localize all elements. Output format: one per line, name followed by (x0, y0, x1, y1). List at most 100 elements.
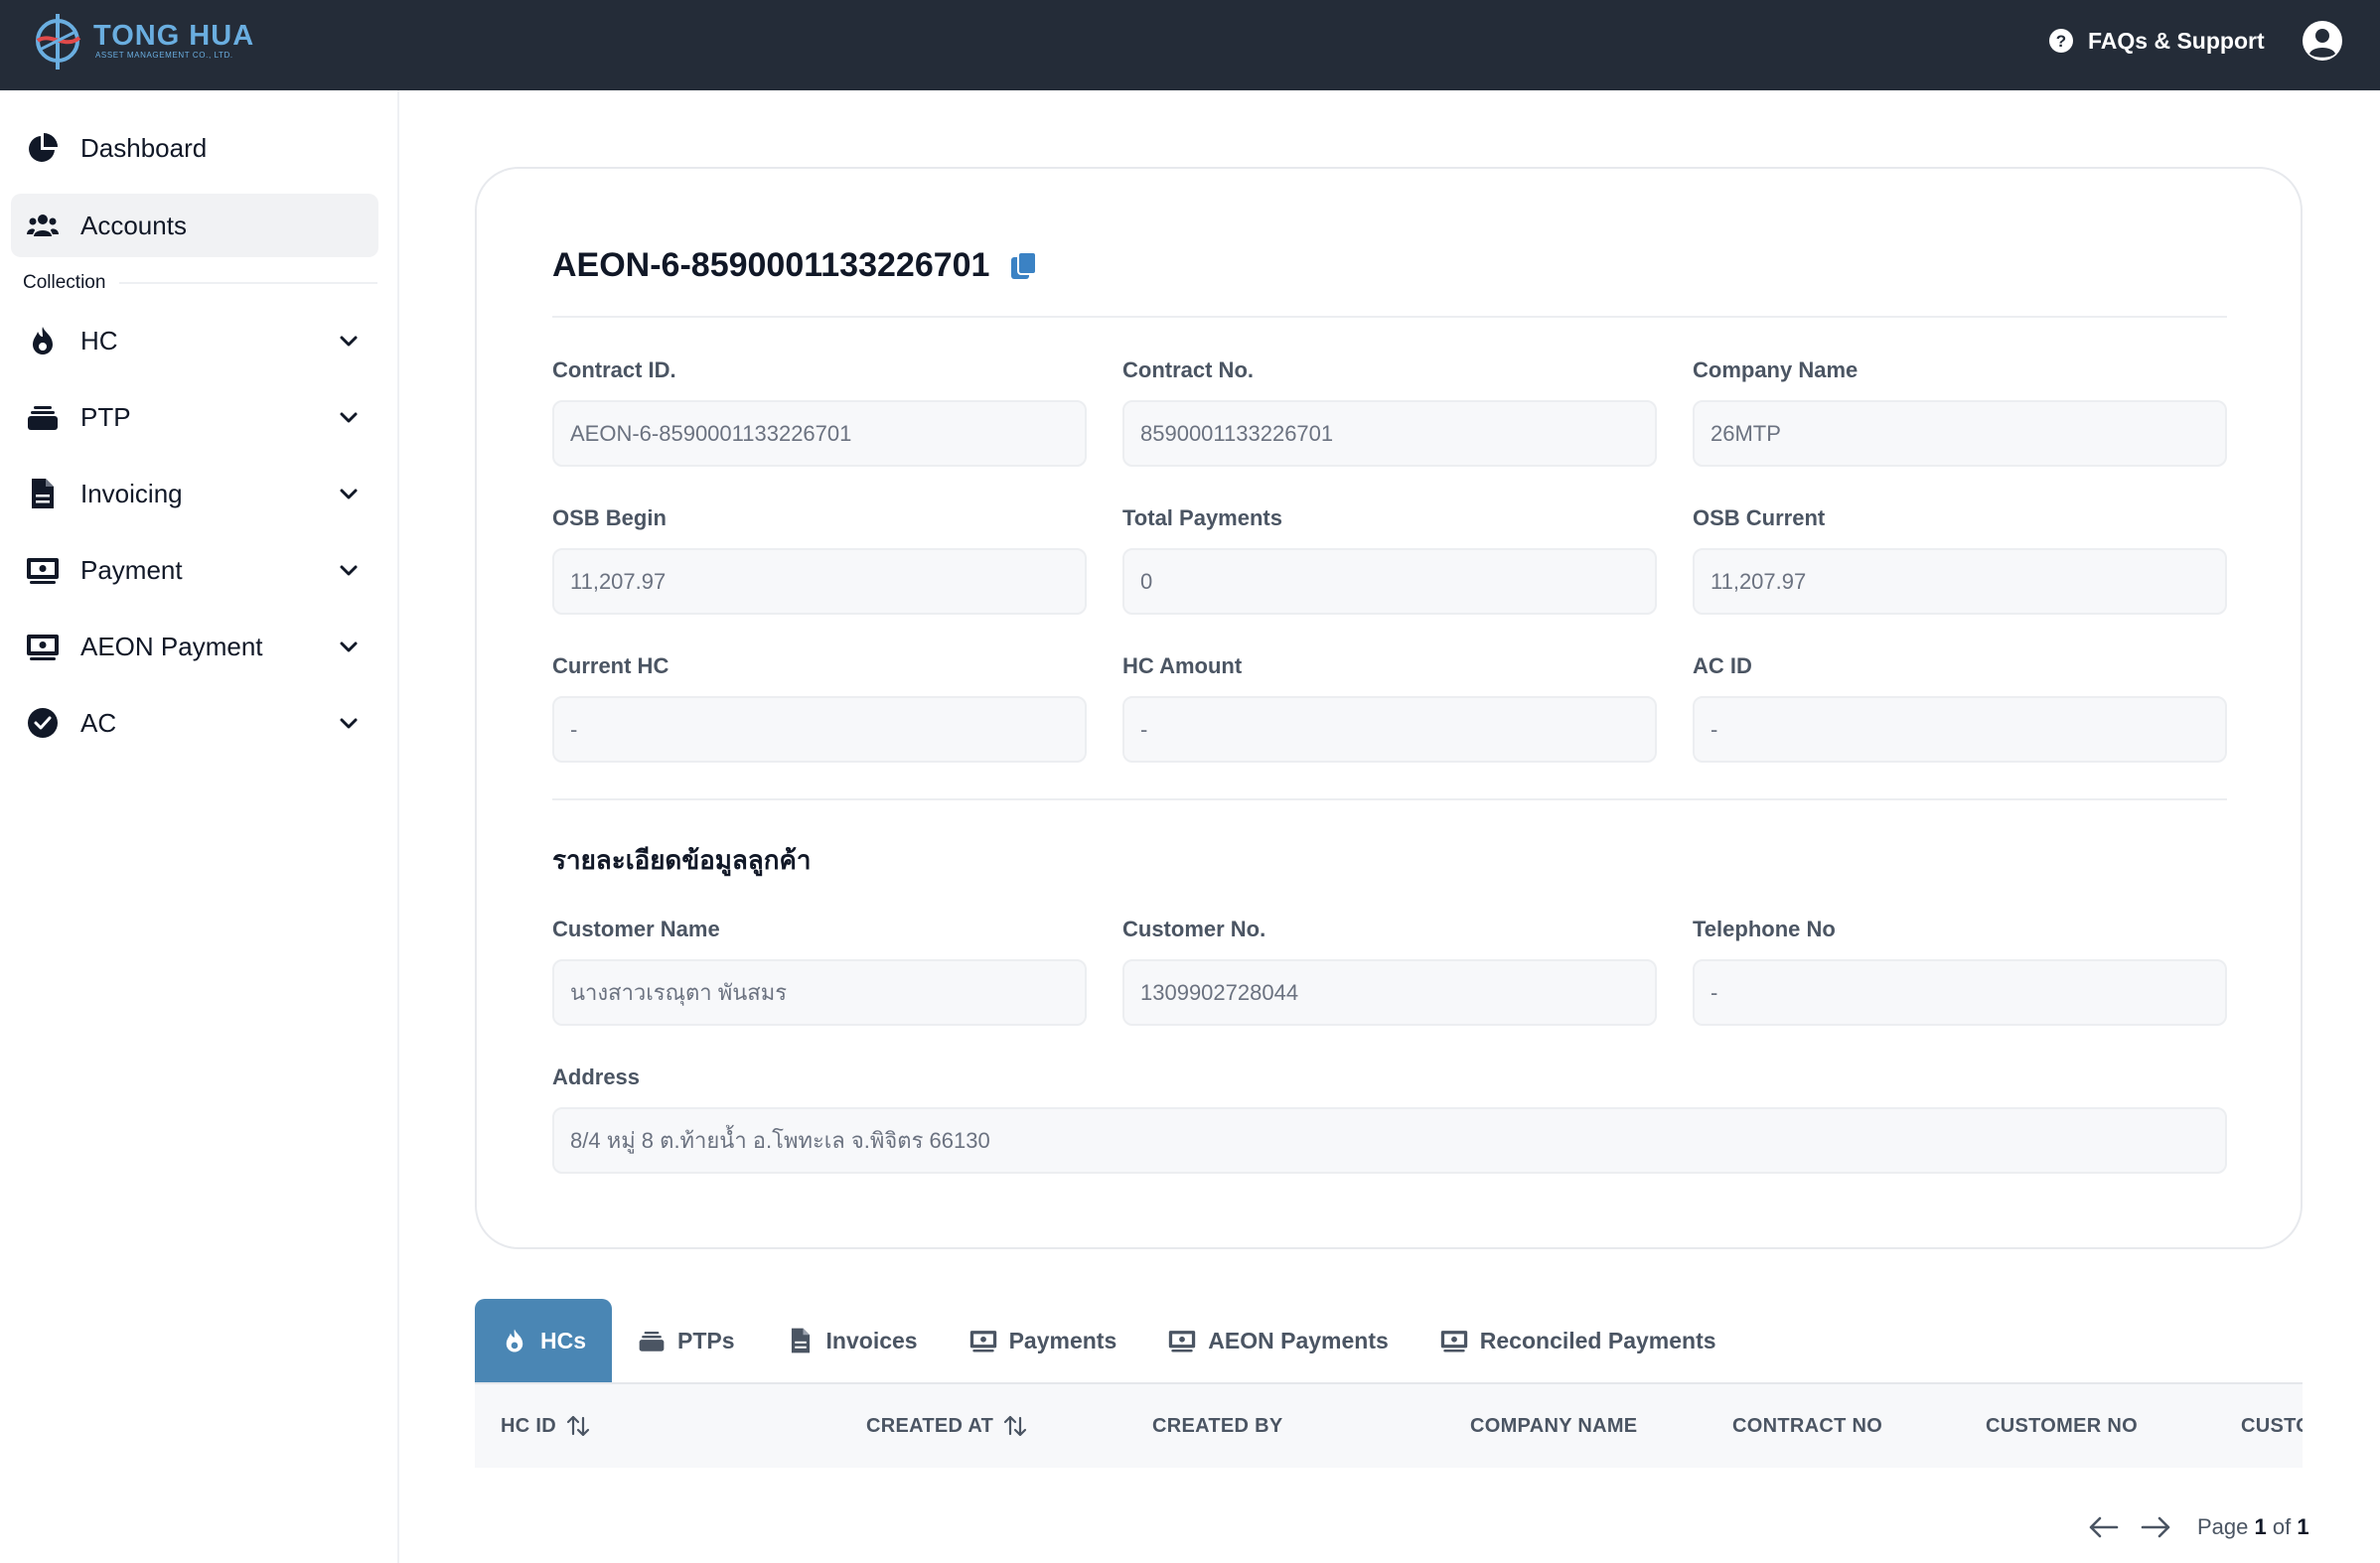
osb-begin-field[interactable]: 11,207.97 (552, 548, 1087, 615)
users-icon (25, 208, 61, 243)
tab-label: PTPs (677, 1327, 735, 1353)
ac-id-field[interactable]: - (1693, 696, 2227, 763)
column-contract-no: CONTRACT NO (1732, 1384, 1882, 1468)
sidebar-item-label: Payment (80, 554, 183, 585)
column-label: CREATED AT (866, 1414, 994, 1437)
chevron-down-icon (340, 718, 358, 729)
tab-invoices[interactable]: Invoices (761, 1299, 944, 1382)
arrow-left-icon[interactable] (2086, 1509, 2122, 1545)
customer-no-label: Customer No. (1122, 917, 1266, 941)
address-field[interactable]: 8/4 หมู่ 8 ต.ท้ายน้ำ อ.โพทะเล จ.พิจิตร 6… (552, 1107, 2227, 1174)
customer-no-field[interactable]: 1309902728044 (1122, 959, 1657, 1026)
osb-begin-label: OSB Begin (552, 505, 667, 530)
copy-icon[interactable] (1007, 249, 1041, 283)
hc-amount-label: HC Amount (1122, 653, 1243, 678)
current-hc-field[interactable]: - (552, 696, 1087, 763)
tab-label: Payments (1008, 1327, 1117, 1353)
customer-name-field[interactable]: นางสาวเรณุตา พันสมร (552, 959, 1087, 1026)
column-hc-id[interactable]: HC ID (501, 1384, 592, 1468)
osb-current-field[interactable]: 11,207.97 (1693, 548, 2227, 615)
pagination: Page 1 of 1 (2086, 1507, 2309, 1547)
tab-label: Reconciled Payments (1479, 1327, 1716, 1353)
sort-icon[interactable] (564, 1412, 592, 1440)
telephone-no-field[interactable]: - (1693, 959, 2227, 1026)
chevron-down-icon (340, 641, 358, 652)
faq-support-link[interactable]: ? FAQs & Support (2048, 26, 2265, 56)
osb-current-label: OSB Current (1693, 505, 1826, 530)
sidebar-item-hc[interactable]: HC (11, 309, 378, 372)
column-company-name: COMPANY NAME (1470, 1384, 1637, 1468)
cash-icon (1440, 1331, 1467, 1352)
sidebar-item-label: AEON Payment (80, 631, 263, 661)
arrow-right-icon[interactable] (2138, 1509, 2173, 1545)
sidebar-item-accounts[interactable]: Accounts (11, 194, 378, 257)
stack-icon (639, 1331, 665, 1351)
svg-text:?: ? (2056, 32, 2066, 51)
user-avatar-icon[interactable] (2301, 19, 2344, 63)
question-circle-icon: ? (2049, 29, 2073, 53)
tab-label: HCs (540, 1327, 587, 1353)
contract-no-label: Contract No. (1122, 357, 1254, 382)
total-payments-field[interactable]: 0 (1122, 548, 1657, 615)
contract-no-field[interactable]: 8590001133226701 (1122, 400, 1657, 467)
page-of: of (2272, 1514, 2292, 1539)
sidebar-item-ptp[interactable]: PTP (11, 385, 378, 449)
tab-aeon-payments[interactable]: AEON Payments (1142, 1299, 1414, 1382)
tab-hcs[interactable]: HCs (475, 1299, 613, 1382)
cash-icon (25, 552, 61, 588)
logo-mark-icon (36, 14, 81, 70)
tab-ptps[interactable]: PTPs (612, 1299, 761, 1382)
total-payments-label: Total Payments (1122, 505, 1282, 530)
ac-id-label: AC ID (1693, 653, 1752, 678)
tab-reconciled-payments[interactable]: Reconciled Payments (1414, 1299, 1742, 1382)
contract-id-field[interactable]: AEON-6-8590001133226701 (552, 400, 1087, 467)
sidebar-item-invoicing[interactable]: Invoicing (11, 462, 378, 525)
fire-icon (25, 323, 61, 358)
check-circle-icon (25, 705, 61, 741)
faq-support-label: FAQs & Support (2088, 27, 2265, 54)
column-label: HC ID (501, 1414, 556, 1437)
sort-icon[interactable] (1001, 1412, 1029, 1440)
chevron-down-icon (340, 336, 358, 347)
account-detail-card: AEON-6-8590001133226701 Contract ID. AEO… (475, 167, 2303, 1249)
sidebar-item-aeon-payment[interactable]: AEON Payment (11, 615, 378, 678)
pie-chart-icon (25, 130, 61, 166)
column-created-at[interactable]: CREATED AT (866, 1384, 1029, 1468)
hc-amount-field[interactable]: - (1122, 696, 1657, 763)
tab-label: AEON Payments (1208, 1327, 1389, 1353)
sidebar-item-ac[interactable]: AC (11, 691, 378, 755)
sidebar-item-dashboard[interactable]: Dashboard (11, 116, 378, 180)
sidebar-divider (119, 282, 377, 284)
hc-table-header: HC ID CREATED AT CREATED BY COMPANY NAME… (475, 1384, 2303, 1468)
contract-id-label: Contract ID. (552, 357, 676, 382)
account-title: AEON-6-8590001133226701 (552, 246, 990, 284)
company-name-field[interactable]: 26MTP (1693, 400, 2227, 467)
page-prefix: Page (2197, 1514, 2249, 1539)
cash-icon (969, 1331, 996, 1352)
column-label: CREATED BY (1152, 1414, 1283, 1437)
company-logo[interactable]: TONG HUA ASSET MANAGEMENT CO., LTD. (30, 10, 254, 71)
column-label: CONTRACT NO (1732, 1414, 1883, 1437)
total-pages: 1 (2297, 1514, 2309, 1539)
customer-name-label: Customer Name (552, 917, 720, 941)
sidebar: Dashboard Accounts Collection HC PTP Inv… (0, 90, 399, 1563)
sidebar-item-label: Accounts (80, 210, 187, 240)
customer-section-title: รายละเอียดข้อมูลลูกค้า (552, 845, 812, 875)
sidebar-item-label: AC (80, 707, 117, 738)
sidebar-item-payment[interactable]: Payment (11, 538, 378, 602)
telephone-no-label: Telephone No (1693, 917, 1836, 941)
document-icon (791, 1328, 810, 1353)
logo-subtitle: ASSET MANAGEMENT CO., LTD. (95, 51, 233, 60)
related-records-tabs: HCs PTPs Invoices Payments AEON Payments… (475, 1299, 1742, 1382)
current-page: 1 (2254, 1514, 2267, 1539)
tab-payments[interactable]: Payments (944, 1299, 1143, 1382)
sidebar-item-label: PTP (80, 401, 131, 432)
sidebar-item-label: Invoicing (80, 478, 183, 508)
column-customer-no: CUSTOMER NO (1986, 1384, 2138, 1468)
column-label: CUSTOMER NO (1986, 1414, 2138, 1437)
sidebar-item-label: HC (80, 325, 118, 355)
logo-name: TONG HUA (93, 20, 255, 52)
column-customer-name: CUSTO (2241, 1384, 2303, 1468)
sidebar-section-collection: Collection (23, 272, 114, 294)
tab-label: Invoices (825, 1327, 918, 1353)
